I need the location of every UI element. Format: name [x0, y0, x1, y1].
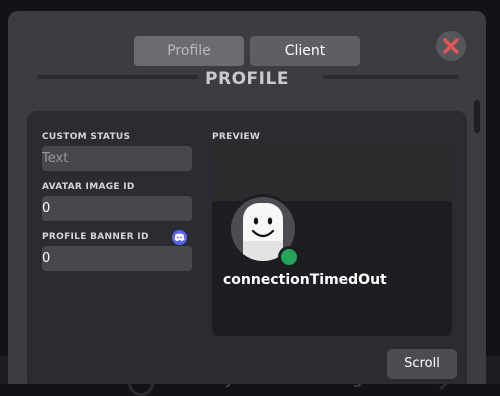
tab-profile[interactable]: Profile	[134, 36, 244, 66]
scroll-button[interactable]: Scroll	[387, 349, 457, 379]
preview-label: PREVIEW	[212, 132, 261, 142]
profile-preview-card: connectionTimedOut	[212, 146, 452, 336]
custom-status-label: CUSTOM STATUS	[42, 132, 131, 142]
profile-banner-id-input[interactable]	[42, 246, 192, 271]
tab-client[interactable]: Client	[250, 36, 360, 66]
preview-banner	[212, 146, 452, 201]
preview-username: connectionTimedOut	[223, 272, 387, 288]
profile-banner-id-label: PROFILE BANNER ID	[42, 232, 149, 242]
avatar-image-id-label: AVATAR IMAGE ID	[42, 182, 135, 192]
page-title: PROFILE	[205, 69, 289, 89]
custom-status-input[interactable]	[42, 146, 192, 171]
scrollbar-thumb[interactable]	[474, 100, 480, 133]
close-icon	[443, 38, 459, 54]
avatar-image-id-input[interactable]	[42, 196, 192, 221]
settings-window: Profile Client PROFILE CUSTOM STATUS AVA…	[8, 11, 486, 384]
profile-panel: CUSTOM STATUS AVATAR IMAGE ID PROFILE BA…	[27, 111, 467, 384]
close-button[interactable]	[436, 31, 466, 61]
discord-icon	[172, 230, 187, 245]
online-status-indicator	[278, 246, 300, 268]
